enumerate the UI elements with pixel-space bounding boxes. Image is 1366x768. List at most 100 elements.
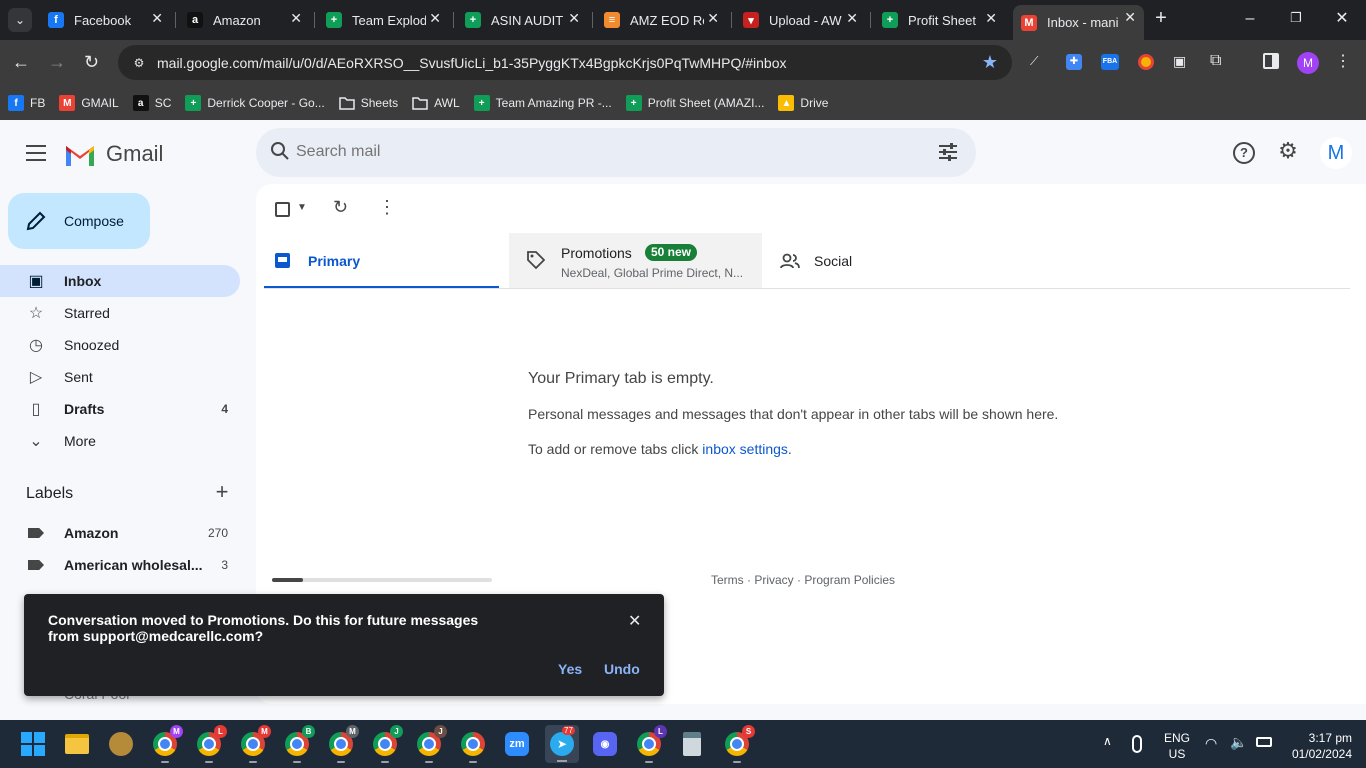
chrome-taskbar-icon[interactable]: J — [373, 725, 403, 763]
side-panel-icon[interactable] — [1263, 53, 1279, 69]
chrome-taskbar-icon[interactable]: J — [417, 725, 447, 763]
close-tab-icon[interactable]: ✕ — [568, 10, 580, 27]
close-tab-icon[interactable]: ✕ — [985, 10, 997, 27]
select-checkbox[interactable] — [275, 202, 290, 217]
minimize-window-button[interactable]: – — [1238, 10, 1262, 30]
storage-bar[interactable] — [272, 578, 492, 582]
snackbar-close-icon[interactable]: ✕ — [628, 611, 641, 631]
snackbar-yes-button[interactable]: Yes — [558, 661, 582, 677]
wifi-icon[interactable]: ◠ — [1205, 735, 1217, 752]
bookmark-star-icon[interactable]: ★ — [982, 52, 998, 73]
fba-extension-icon[interactable]: FBA — [1101, 54, 1119, 70]
chrome-taskbar-icon[interactable]: L — [197, 725, 227, 763]
nav-item-starred[interactable]: ☆ Starred — [0, 297, 240, 329]
tab-search-button[interactable]: ⌄ — [8, 8, 32, 32]
back-button[interactable]: ← — [12, 53, 32, 73]
browser-tab[interactable]: a Amazon ✕ — [179, 6, 310, 34]
clock[interactable]: 3:17 pm 01/02/2024 — [1280, 730, 1352, 762]
close-tab-icon[interactable]: ✕ — [707, 10, 719, 27]
volume-icon[interactable]: 🔈 — [1230, 734, 1247, 751]
terms-link[interactable]: Terms — [711, 573, 744, 587]
bookmark-item[interactable]: AWL — [412, 95, 460, 111]
search-bar[interactable] — [256, 128, 976, 177]
more-options-icon[interactable]: ⋮ — [378, 197, 396, 218]
browser-tab[interactable]: ≡ AMZ EOD Re ✕ — [596, 6, 727, 34]
browser-tab[interactable]: M Inbox - mani ✕ — [1013, 5, 1144, 40]
windows-start-icon[interactable] — [21, 732, 45, 756]
create-label-button[interactable]: + — [212, 481, 232, 503]
tab-primary[interactable]: Primary — [264, 233, 499, 289]
extension-icon-3[interactable] — [1138, 54, 1154, 70]
settings-gear-icon[interactable]: ⚙ — [1276, 139, 1300, 163]
snackbar-undo-button[interactable]: Undo — [604, 661, 640, 677]
nav-item-snoozed[interactable]: ◷ Snoozed — [0, 329, 240, 361]
tab-promotions[interactable]: Promotions 50 new NexDeal, Global Prime … — [509, 233, 762, 289]
site-info-icon[interactable]: ⚙ — [132, 56, 146, 70]
extension-icon-2[interactable]: ✚ — [1066, 54, 1082, 70]
label-item[interactable]: American wholesal... 3 — [0, 549, 240, 581]
privacy-link[interactable]: Privacy — [754, 573, 793, 587]
zoom-app-icon[interactable]: zm — [505, 732, 529, 756]
program-policies-link[interactable]: Program Policies — [804, 573, 895, 587]
inbox-settings-link[interactable]: inbox settings — [702, 441, 788, 457]
bookmark-item[interactable]: + Team Amazing PR -... — [473, 95, 612, 111]
search-icon[interactable] — [270, 141, 290, 161]
show-hidden-icons[interactable]: ∧ — [1103, 734, 1112, 748]
search-input[interactable] — [296, 136, 896, 168]
select-dropdown-icon[interactable]: ▼ — [297, 202, 307, 213]
nav-item-drafts[interactable]: ▯ Drafts 4 — [0, 393, 240, 425]
bookmark-item[interactable]: + Derrick Cooper - Go... — [185, 95, 325, 111]
browser-tab[interactable]: ▾ Upload - AW ✕ — [735, 6, 866, 34]
compose-button[interactable]: Compose — [8, 193, 150, 249]
browser-tab[interactable]: f Facebook ✕ — [40, 6, 171, 34]
bookmark-item[interactable]: M GMAIL — [59, 95, 119, 111]
chrome-taskbar-icon[interactable]: S — [725, 725, 755, 763]
telegram-app-icon[interactable]: ➤ 77 — [545, 725, 579, 763]
chrome-taskbar-icon[interactable]: B — [285, 725, 315, 763]
close-tab-icon[interactable]: ✕ — [1124, 9, 1136, 26]
main-menu-icon[interactable] — [26, 145, 46, 161]
extensions-puzzle-icon[interactable]: ⧉ — [1210, 52, 1228, 70]
close-tab-icon[interactable]: ✕ — [429, 10, 441, 27]
extension-icon-1[interactable]: ⟋ — [1030, 54, 1046, 70]
tab-social[interactable]: Social — [762, 233, 1012, 289]
bookmark-item[interactable]: f FB — [8, 95, 45, 111]
camera-extension-icon[interactable]: ▣ — [1173, 53, 1191, 71]
nav-item-inbox[interactable]: ▣ Inbox — [0, 265, 240, 297]
search-options-icon[interactable] — [938, 143, 958, 161]
nav-item-sent[interactable]: ▷ Sent — [0, 361, 240, 393]
close-tab-icon[interactable]: ✕ — [151, 10, 163, 27]
chrome-taskbar-icon[interactable]: L — [637, 725, 667, 763]
browser-tab[interactable]: + Profit Sheet ✕ — [874, 6, 1005, 34]
close-window-button[interactable]: ✕ — [1330, 8, 1354, 28]
bookmark-item[interactable]: + Profit Sheet (AMAZI... — [625, 95, 764, 111]
microphone-icon[interactable] — [1132, 735, 1142, 753]
close-tab-icon[interactable]: ✕ — [846, 10, 858, 27]
profile-avatar[interactable]: M — [1297, 52, 1319, 74]
chrome-menu-icon[interactable]: ⋮ — [1335, 52, 1351, 72]
calculator-app-icon[interactable] — [683, 732, 701, 756]
restore-window-button[interactable]: ❐ — [1284, 10, 1308, 30]
language-indicator[interactable]: ENG US — [1164, 730, 1190, 762]
close-tab-icon[interactable]: ✕ — [290, 10, 302, 27]
label-item[interactable]: Amazon 270 — [0, 517, 240, 549]
bookmark-item[interactable]: Sheets — [338, 95, 398, 111]
chrome-taskbar-icon[interactable] — [461, 732, 485, 763]
discord-app-icon[interactable]: ◉ — [593, 732, 617, 756]
app-icon[interactable] — [109, 732, 133, 756]
chrome-taskbar-icon[interactable]: M — [329, 725, 359, 763]
bookmark-item[interactable]: ▲ Drive — [778, 95, 828, 111]
help-icon[interactable]: ? — [1233, 142, 1255, 164]
account-avatar[interactable]: M — [1320, 137, 1352, 169]
reload-button[interactable]: ↻ — [84, 52, 104, 72]
new-tab-button[interactable]: + — [1150, 8, 1172, 30]
chrome-taskbar-icon[interactable]: M — [153, 725, 183, 763]
bookmark-item[interactable]: a SC — [132, 95, 171, 111]
nav-item-more[interactable]: ⌄ More — [0, 425, 240, 457]
forward-button[interactable]: → — [48, 53, 68, 73]
refresh-icon[interactable]: ↻ — [333, 197, 348, 218]
address-bar[interactable]: ⚙ mail.google.com/mail/u/0/d/AEoRXRSO__S… — [118, 45, 1012, 80]
browser-tab[interactable]: + ASIN AUDIT ✕ — [457, 6, 588, 34]
battery-icon[interactable] — [1256, 737, 1272, 747]
browser-tab[interactable]: + Team Explod ✕ — [318, 6, 449, 34]
